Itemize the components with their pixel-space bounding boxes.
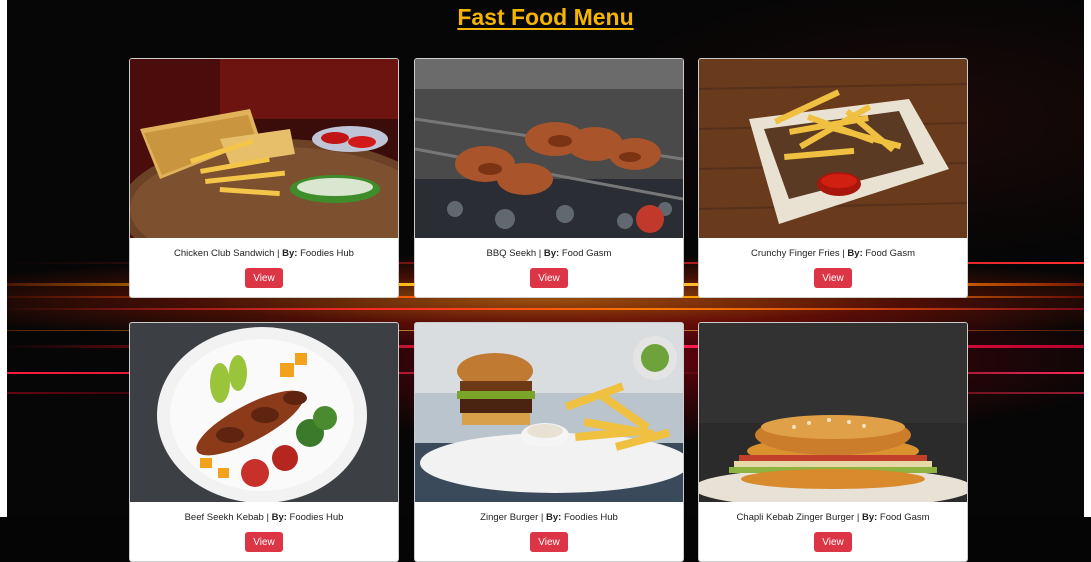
item-name: BBQ Seekh xyxy=(486,248,537,259)
card-caption: Zinger Burger | By: Foodies Hub xyxy=(415,512,683,523)
item-name: Chapli Kebab Zinger Burger xyxy=(736,512,855,523)
vendor-name: Foodies Hub xyxy=(300,248,354,259)
vendor-name: Food Gasm xyxy=(879,512,930,523)
view-button[interactable]: View xyxy=(530,532,568,552)
separator: | xyxy=(538,512,546,523)
by-label: By: xyxy=(546,512,562,523)
view-button[interactable]: View xyxy=(814,268,852,288)
by-label: By: xyxy=(847,248,863,259)
view-button[interactable]: View xyxy=(245,532,283,552)
crunchy-finger-fries-image xyxy=(699,59,967,238)
by-label: By: xyxy=(282,248,298,259)
left-frame-border xyxy=(0,0,7,517)
by-label: By: xyxy=(543,248,560,259)
vendor-name: Foodies Hub xyxy=(563,512,618,523)
card-caption: Chapli Kebab Zinger Burger | By: Food Ga… xyxy=(699,512,967,523)
card-caption: BBQ Seekh | By: Food Gasm xyxy=(415,248,683,259)
chicken-club-sandwich-image xyxy=(130,59,398,238)
view-button[interactable]: View xyxy=(245,268,283,288)
item-name: Crunchy Finger Fries xyxy=(750,248,840,259)
vendor-name: Food Gasm xyxy=(865,248,916,259)
right-frame-border xyxy=(1084,0,1091,517)
separator: | xyxy=(274,248,283,259)
bbq-seekh-image xyxy=(415,59,683,238)
vendor-name: Food Gasm xyxy=(561,248,612,259)
menu-card: Chapli Kebab Zinger Burger | By: Food Ga… xyxy=(698,322,968,562)
zinger-burger-image xyxy=(415,323,683,502)
card-caption: Chicken Club Sandwich | By: Foodies Hub xyxy=(130,248,398,259)
separator: | xyxy=(263,512,272,523)
view-button[interactable]: View xyxy=(814,532,852,552)
item-name: Chicken Club Sandwich xyxy=(174,248,275,259)
beef-seekh-kebab-image xyxy=(130,323,398,502)
chapli-kebab-zinger-burger-image xyxy=(699,323,967,502)
menu-card: Crunchy Finger Fries | By: Food Gasm Vie… xyxy=(698,58,968,298)
view-button[interactable]: View xyxy=(530,268,568,288)
vendor-name: Foodies Hub xyxy=(289,512,344,523)
item-name: Zinger Burger xyxy=(480,512,539,523)
by-label: By: xyxy=(861,512,878,523)
menu-card: Beef Seekh Kebab | By: Foodies Hub View xyxy=(129,322,399,562)
by-label: By: xyxy=(271,512,287,523)
item-name: Beef Seekh Kebab xyxy=(184,512,264,523)
separator: | xyxy=(854,512,862,523)
menu-card: Chicken Club Sandwich | By: Foodies Hub … xyxy=(129,58,399,298)
separator: | xyxy=(536,248,544,259)
card-caption: Crunchy Finger Fries | By: Food Gasm xyxy=(699,248,967,259)
menu-card: Zinger Burger | By: Foodies Hub View xyxy=(414,322,684,562)
menu-card: BBQ Seekh | By: Food Gasm View xyxy=(414,58,684,298)
card-caption: Beef Seekh Kebab | By: Foodies Hub xyxy=(130,512,398,523)
menu-card-grid: Chicken Club Sandwich | By: Foodies Hub … xyxy=(0,0,1091,562)
